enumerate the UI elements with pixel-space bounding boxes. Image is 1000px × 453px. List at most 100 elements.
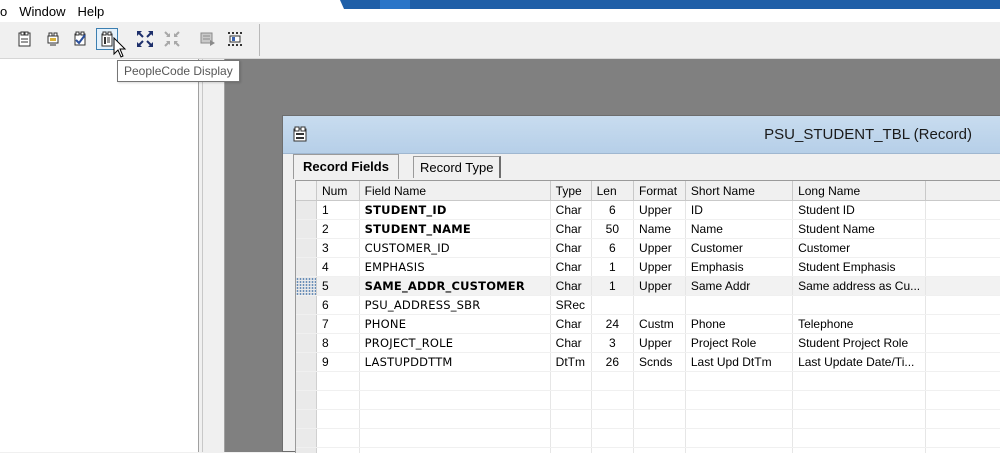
empty-cell[interactable]: [316, 410, 359, 429]
empty-cell[interactable]: [550, 391, 591, 410]
field-type-cell[interactable]: Char: [550, 258, 591, 277]
empty-cell[interactable]: [550, 410, 591, 429]
column-header-format[interactable]: Format: [634, 181, 686, 201]
empty-cell[interactable]: [316, 372, 359, 391]
column-header-field-name[interactable]: Field Name: [359, 181, 550, 201]
field-format-cell[interactable]: Upper: [634, 239, 686, 258]
row-selector[interactable]: [296, 220, 316, 239]
empty-cell[interactable]: [359, 372, 550, 391]
tab-record-type[interactable]: Record Type: [413, 156, 501, 178]
field-name-cell[interactable]: STUDENT_ID: [359, 201, 550, 220]
field-short-name-cell[interactable]: Same Addr: [685, 277, 792, 296]
empty-cell[interactable]: [591, 391, 633, 410]
row-selector[interactable]: [296, 429, 316, 448]
row-selector[interactable]: [296, 258, 316, 277]
field-name-cell[interactable]: PROJECT_ROLE: [359, 334, 550, 353]
field-long-name-cell[interactable]: Student Name: [793, 220, 926, 239]
field-short-name-cell[interactable]: ID: [685, 201, 792, 220]
empty-cell[interactable]: [316, 391, 359, 410]
empty-cell[interactable]: [926, 448, 1000, 453]
empty-cell[interactable]: [591, 429, 633, 448]
field-format-cell[interactable]: Scnds: [634, 353, 686, 372]
empty-cell[interactable]: [685, 410, 792, 429]
row-selector[interactable]: [296, 277, 316, 296]
empty-cell[interactable]: [793, 429, 926, 448]
field-name-cell[interactable]: PSU_ADDRESS_SBR: [359, 296, 550, 315]
table-row[interactable]: 9LASTUPDDTTMDtTm26ScndsLast Upd DtTmLast…: [296, 353, 1000, 372]
field-long-name-cell[interactable]: Student ID: [793, 201, 926, 220]
column-header-short-name[interactable]: Short Name: [685, 181, 792, 201]
field-short-name-cell[interactable]: Emphasis: [685, 258, 792, 277]
column-header-type[interactable]: Type: [550, 181, 591, 201]
empty-row[interactable]: [296, 448, 1000, 453]
field-short-name-cell[interactable]: Name: [685, 220, 792, 239]
empty-row[interactable]: [296, 429, 1000, 448]
empty-cell[interactable]: [591, 448, 633, 453]
empty-cell[interactable]: [926, 429, 1000, 448]
field-format-cell[interactable]: Custm: [634, 315, 686, 334]
empty-cell[interactable]: [316, 429, 359, 448]
empty-cell[interactable]: [550, 448, 591, 453]
grid-settings-button[interactable]: [224, 28, 246, 50]
empty-cell[interactable]: [359, 429, 550, 448]
empty-cell[interactable]: [316, 448, 359, 453]
empty-cell[interactable]: [793, 372, 926, 391]
empty-cell[interactable]: [591, 410, 633, 429]
field-num-cell[interactable]: 3: [316, 239, 359, 258]
empty-cell[interactable]: [685, 391, 792, 410]
field-len-cell[interactable]: [591, 296, 633, 315]
field-name-cell[interactable]: CUSTOMER_ID: [359, 239, 550, 258]
record-window-title-bar[interactable]: PSU_STUDENT_TBL (Record): [283, 116, 1000, 154]
empty-cell[interactable]: [685, 372, 792, 391]
empty-cell[interactable]: [550, 429, 591, 448]
menu-item-go[interactable]: o: [0, 4, 13, 19]
field-type-cell[interactable]: SRec: [550, 296, 591, 315]
expand-all-button[interactable]: [134, 28, 156, 50]
empty-cell[interactable]: [793, 391, 926, 410]
field-len-cell[interactable]: 26: [591, 353, 633, 372]
field-num-cell[interactable]: 1: [316, 201, 359, 220]
field-format-cell[interactable]: Upper: [634, 277, 686, 296]
field-short-name-cell[interactable]: [685, 296, 792, 315]
field-long-name-cell[interactable]: Customer: [793, 239, 926, 258]
field-name-cell[interactable]: STUDENT_NAME: [359, 220, 550, 239]
field-len-cell[interactable]: 3: [591, 334, 633, 353]
field-num-cell[interactable]: 2: [316, 220, 359, 239]
row-selector[interactable]: [296, 239, 316, 258]
empty-cell[interactable]: [634, 372, 686, 391]
field-num-cell[interactable]: 8: [316, 334, 359, 353]
field-short-name-cell[interactable]: Last Upd DtTm: [685, 353, 792, 372]
field-num-cell[interactable]: 4: [316, 258, 359, 277]
empty-cell[interactable]: [591, 372, 633, 391]
empty-cell[interactable]: [685, 448, 792, 453]
field-type-cell[interactable]: Char: [550, 315, 591, 334]
field-type-cell[interactable]: Char: [550, 334, 591, 353]
empty-row[interactable]: [296, 372, 1000, 391]
table-row[interactable]: 5SAME_ADDR_CUSTOMERChar1UpperSame AddrSa…: [296, 277, 1000, 296]
empty-cell[interactable]: [359, 448, 550, 453]
row-selector[interactable]: [296, 315, 316, 334]
row-selector[interactable]: [296, 391, 316, 410]
field-short-name-cell[interactable]: Customer: [685, 239, 792, 258]
row-selector[interactable]: [296, 201, 316, 220]
row-selector[interactable]: [296, 296, 316, 315]
field-long-name-cell[interactable]: Telephone: [793, 315, 926, 334]
field-long-name-cell[interactable]: Last Update Date/Ti...: [793, 353, 926, 372]
menu-item-window[interactable]: Window: [13, 4, 71, 19]
field-long-name-cell[interactable]: Student Emphasis: [793, 258, 926, 277]
empty-cell[interactable]: [685, 429, 792, 448]
table-row[interactable]: 1STUDENT_IDChar6UpperIDStudent ID: [296, 201, 1000, 220]
field-long-name-cell[interactable]: Same address as Cu...: [793, 277, 926, 296]
field-type-cell[interactable]: Char: [550, 239, 591, 258]
table-row[interactable]: 6PSU_ADDRESS_SBRSRec: [296, 296, 1000, 315]
field-len-cell[interactable]: 1: [591, 258, 633, 277]
table-row[interactable]: 4EMPHASISChar1UpperEmphasisStudent Empha…: [296, 258, 1000, 277]
field-len-cell[interactable]: 24: [591, 315, 633, 334]
empty-cell[interactable]: [359, 391, 550, 410]
empty-cell[interactable]: [634, 391, 686, 410]
field-len-cell[interactable]: 6: [591, 239, 633, 258]
row-selector[interactable]: [296, 448, 316, 453]
empty-cell[interactable]: [926, 391, 1000, 410]
empty-cell[interactable]: [359, 410, 550, 429]
field-format-cell[interactable]: [634, 296, 686, 315]
